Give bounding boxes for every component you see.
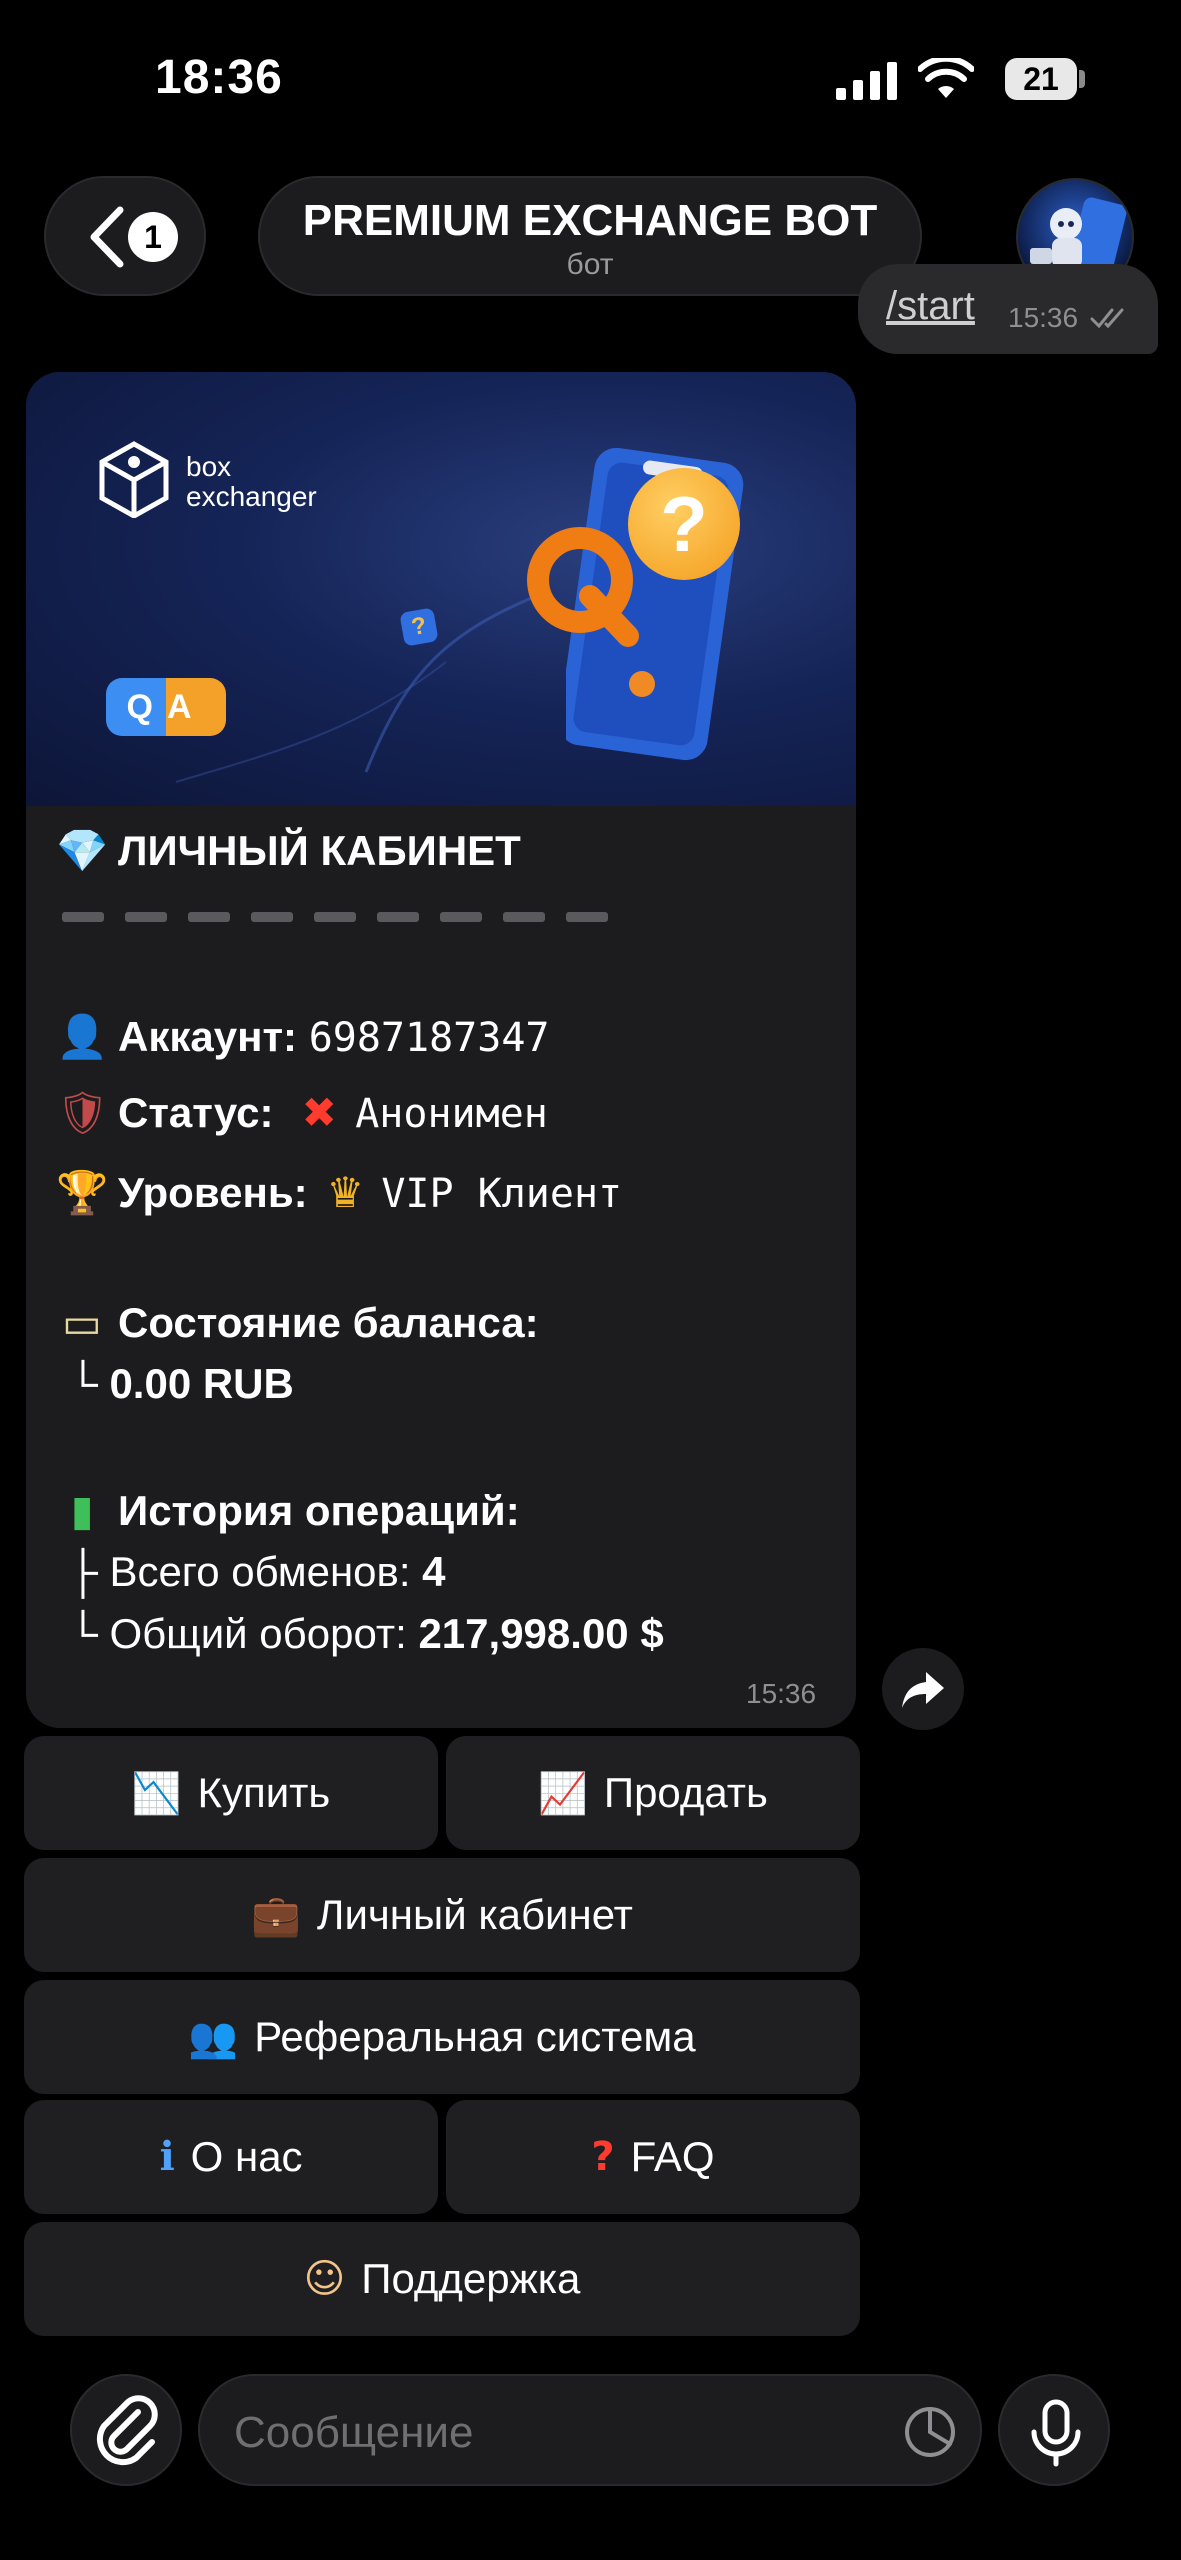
double-check-icon xyxy=(1090,308,1124,329)
balance-tree: └ xyxy=(68,1360,98,1407)
crown-icon: ♛ xyxy=(326,1168,365,1217)
outgoing-command[interactable]: /start xyxy=(886,284,975,329)
turnover-label: Общий оборот: xyxy=(109,1610,407,1657)
support-label: Поддержка xyxy=(361,2255,581,2302)
level-value: VIP Клиент xyxy=(381,1171,623,1217)
chart-up-icon: 📈 xyxy=(538,1770,588,1817)
account-label: Аккаунт: xyxy=(118,1013,298,1060)
share-icon xyxy=(902,1672,944,1708)
question-icon: ? xyxy=(591,2134,615,2180)
balance-value-line: └ 0.00 RUB xyxy=(68,1360,294,1408)
buy-label: Купить xyxy=(197,1769,331,1816)
referral-button[interactable]: 👥 Реферальная система xyxy=(24,1980,860,2094)
account-value: 6987187347 xyxy=(308,1015,550,1061)
history-line: ▮ История операций: xyxy=(56,1486,520,1535)
status-line: 🛡 Статус: ✖ Анонимен xyxy=(56,1088,548,1138)
balance-value: 0.00 RUB xyxy=(109,1360,294,1407)
level-label: Уровень: xyxy=(118,1169,308,1216)
chat-subtitle: бот xyxy=(566,248,614,281)
paperclip-icon xyxy=(96,2395,158,2466)
diamond-icon: 💎 xyxy=(56,826,109,875)
banner-brand: box exchanger xyxy=(186,452,317,512)
account-line: 👤 Аккаунт: 6987187347 xyxy=(56,1012,550,1062)
message-placeholder: Сообщение xyxy=(234,2408,474,2457)
chart-down-icon: 📉 xyxy=(131,1770,182,1817)
exchanges-line: ├ Всего обменов: 4 xyxy=(68,1548,446,1596)
status-value: Анонимен xyxy=(355,1091,548,1137)
message-time: 15:36 xyxy=(746,1678,817,1709)
chat-title-pill[interactable]: PREMIUM EXCHANGE BOT бот xyxy=(258,176,922,296)
buy-button[interactable]: 📉 Купить xyxy=(24,1736,438,1850)
mic-button[interactable] xyxy=(998,2374,1110,2486)
balance-label: Состояние баланса: xyxy=(118,1299,539,1346)
info-icon: ℹ xyxy=(159,2134,175,2180)
back-chevron-icon xyxy=(90,206,124,268)
exchanges-tree: ├ xyxy=(68,1548,98,1595)
heading-line: 💎 ЛИЧНЫЙ КАБИНЕТ xyxy=(56,826,521,876)
balance-line: ▭ Состояние баланса: xyxy=(56,1298,539,1347)
unread-badge: 1 xyxy=(128,212,178,262)
history-label: История операций: xyxy=(118,1487,520,1534)
turnover-tree: └ xyxy=(68,1610,98,1657)
brand-line1: box xyxy=(186,451,232,482)
bot-message[interactable]: box exchanger QA ? ? 💎 ЛИЧНЫЙ КАБИНЕТ 👤 … xyxy=(26,372,856,1728)
cabinet-heading: ЛИЧНЫЙ КАБИНЕТ xyxy=(118,827,521,874)
sticker-icon[interactable] xyxy=(900,2402,960,2462)
card-icon: ▭ xyxy=(62,1298,102,1347)
support-button[interactable]: ☺ Поддержка xyxy=(24,2222,860,2336)
about-button[interactable]: ℹ О нас xyxy=(24,2100,438,2214)
question-mark-text: ? xyxy=(660,480,708,568)
cabinet-label: Личный кабинет xyxy=(316,1891,633,1938)
sell-button[interactable]: 📈 Продать xyxy=(446,1736,860,1850)
message-details: 👤 Аккаунт: 6987187347 🛡 Статус: ✖ Анонимен … xyxy=(56,1012,836,1657)
faq-label: FAQ xyxy=(630,2133,715,2180)
sell-label: Продать xyxy=(603,1769,768,1816)
cabinet-button[interactable]: 💼 Личный кабинет xyxy=(24,1858,860,1972)
attach-button[interactable] xyxy=(70,2374,182,2486)
back-button[interactable]: 1 xyxy=(44,176,206,296)
level-line: 🏆 Уровень: ♛ VIP Клиент xyxy=(56,1168,622,1218)
chat-title: PREMIUM EXCHANGE BOT xyxy=(302,196,878,245)
mic-icon xyxy=(1031,2399,1081,2467)
exchanges-label: Всего обменов: xyxy=(109,1548,411,1595)
share-button[interactable] xyxy=(882,1648,964,1730)
people-icon: 👥 xyxy=(188,2014,239,2061)
turnover-line: └ Общий оборот: 217,998.00 $ xyxy=(68,1610,664,1658)
small-question-icon: ? xyxy=(399,607,439,647)
qa-text: QA xyxy=(126,688,206,726)
qa-bubble-icon: QA xyxy=(106,678,226,736)
referral-label: Реферальная система xyxy=(254,2013,696,2060)
faq-button[interactable]: ? FAQ xyxy=(446,2100,860,2214)
bar-chart-icon: ▮ xyxy=(70,1486,94,1535)
cross-icon: ✖ xyxy=(301,1088,337,1137)
briefcase-icon: 💼 xyxy=(251,1892,301,1939)
turnover-value: 217,998.00 $ xyxy=(418,1610,664,1657)
outgoing-message[interactable]: /start 15:36 xyxy=(858,264,1158,354)
question-bubble-icon: ? xyxy=(628,468,740,580)
brand-line2: exchanger xyxy=(186,481,317,512)
small-question-mark: ? xyxy=(409,611,429,642)
status-time: 18:36 xyxy=(155,51,283,104)
signal-icon xyxy=(836,62,897,100)
divider-dashes xyxy=(62,912,608,922)
outgoing-time: 15:36 xyxy=(1008,302,1079,333)
battery-cap xyxy=(1079,70,1085,88)
support-agent-icon: ☺ xyxy=(303,2256,346,2302)
shield-icon: 🛡 xyxy=(56,1088,110,1137)
trophy-icon: 🏆 xyxy=(56,1168,109,1217)
banner-image: box exchanger QA ? ? xyxy=(26,372,856,806)
user-icon: 👤 xyxy=(56,1012,109,1061)
wifi-icon xyxy=(918,58,974,98)
message-input[interactable]: Сообщение xyxy=(198,2374,982,2486)
battery-icon: 21 xyxy=(1005,58,1077,100)
status-label: Статус: xyxy=(118,1089,274,1136)
about-label: О нас xyxy=(190,2133,303,2180)
box-logo-icon xyxy=(99,441,169,518)
exchanges-value: 4 xyxy=(422,1548,446,1595)
